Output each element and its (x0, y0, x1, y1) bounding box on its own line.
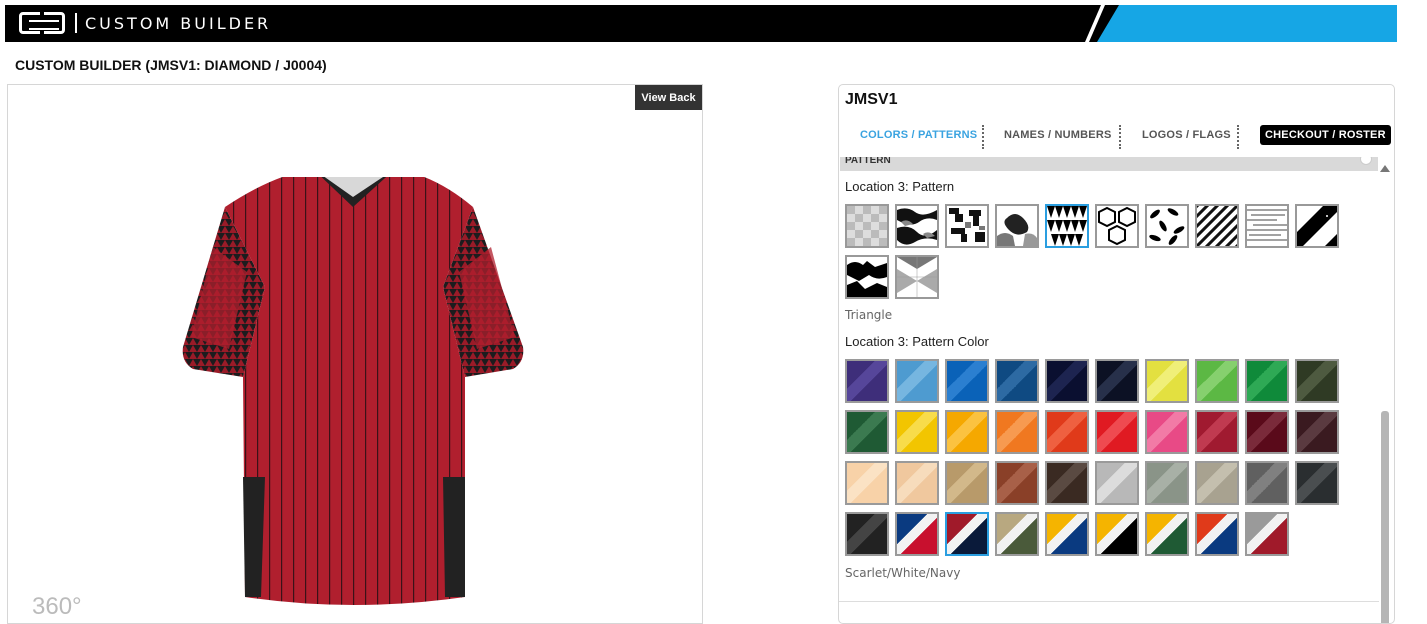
selected-color-name: Scarlet/White/Navy (845, 566, 961, 580)
pattern-swatch-grunge[interactable] (845, 255, 889, 299)
color-swatch[interactable] (895, 359, 939, 403)
color-swatch[interactable] (945, 410, 989, 454)
brand-name: CUSTOM BUILDER (85, 13, 272, 33)
top-header-bar: CUSTOM BUILDER (5, 5, 1397, 42)
color-swatch[interactable] (1045, 512, 1089, 556)
pattern-color-label: Location 3: Pattern Color (845, 334, 989, 349)
color-swatch[interactable] (1245, 410, 1289, 454)
color-swatch[interactable] (945, 461, 989, 505)
options-scroll-area[interactable]: PATTERN Location 3: Pattern Triangle Loc… (839, 157, 1394, 623)
color-swatch[interactable] (1045, 410, 1089, 454)
pattern-label: Location 3: Pattern (845, 179, 955, 194)
color-swatch[interactable] (1295, 461, 1339, 505)
view-back-button[interactable]: View Back (635, 85, 702, 110)
pattern-swatch-camo[interactable] (895, 204, 939, 248)
pattern-swatch-digital-camo[interactable] (945, 204, 989, 248)
selected-pattern-name: Triangle (845, 308, 893, 322)
jersey-image (182, 177, 524, 605)
pattern-swatch-triangle[interactable] (1045, 204, 1089, 248)
tab-logos-flags[interactable]: LOGOS / FLAGS (1142, 129, 1231, 141)
color-swatch[interactable] (1295, 359, 1339, 403)
color-swatch[interactable] (845, 461, 889, 505)
section-header-label: PATTERN (845, 157, 891, 166)
color-swatch[interactable] (995, 359, 1039, 403)
color-swatch[interactable] (1145, 359, 1189, 403)
color-swatch[interactable] (1195, 512, 1239, 556)
tab-names-numbers[interactable]: NAMES / NUMBERS (1004, 129, 1112, 141)
color-swatch[interactable] (1045, 461, 1089, 505)
product-code: JMSV1 (845, 91, 898, 108)
logo-divider (75, 13, 77, 33)
option-tabs: COLORS / PATTERNS NAMES / NUMBERS LOGOS … (839, 123, 1394, 151)
pattern-swatch-checker[interactable] (845, 204, 889, 248)
color-swatch[interactable] (945, 512, 989, 556)
color-swatch[interactable] (1145, 410, 1189, 454)
jersey-preview[interactable]: View Back 360° (7, 84, 703, 624)
color-swatch[interactable] (845, 512, 889, 556)
color-swatch[interactable] (1245, 512, 1289, 556)
scroll-up-icon[interactable] (1380, 165, 1390, 172)
cb-logo-icon (19, 12, 65, 34)
color-swatch[interactable] (995, 512, 1039, 556)
color-swatch[interactable] (1195, 410, 1239, 454)
color-swatch[interactable] (895, 512, 939, 556)
pattern-swatch-slash[interactable] (1295, 204, 1339, 248)
pattern-swatch-horizontal-lines[interactable] (1245, 204, 1289, 248)
color-swatch[interactable] (895, 410, 939, 454)
color-swatch[interactable] (1095, 512, 1139, 556)
color-swatch[interactable] (1045, 359, 1089, 403)
tab-separator (982, 125, 984, 149)
pattern-swatch-hexagon[interactable] (1095, 204, 1139, 248)
color-swatch[interactable] (845, 359, 889, 403)
pattern-swatch-splatter[interactable] (995, 204, 1039, 248)
color-swatch[interactable] (995, 461, 1039, 505)
pattern-swatch-diamond-fade[interactable] (895, 255, 939, 299)
tab-checkout-roster[interactable]: CHECKOUT / ROSTER (1260, 125, 1391, 145)
page-title: CUSTOM BUILDER (JMSV1: DIAMOND / J0004) (15, 57, 327, 73)
tab-colors-patterns[interactable]: COLORS / PATTERNS (860, 129, 977, 141)
color-swatch[interactable] (1295, 410, 1339, 454)
collapse-icon[interactable] (1360, 157, 1372, 165)
pattern-swatch-leaves[interactable] (1145, 204, 1189, 248)
tab-separator (1119, 125, 1121, 149)
brand-logo[interactable]: CUSTOM BUILDER (19, 11, 271, 35)
scrollbar-thumb[interactable] (1381, 411, 1389, 623)
color-swatch[interactable] (1145, 512, 1189, 556)
panel-scrollbar[interactable] (1380, 165, 1390, 623)
color-swatch[interactable] (1245, 461, 1289, 505)
color-swatch[interactable] (845, 410, 889, 454)
color-swatch[interactable] (1095, 410, 1139, 454)
color-swatch[interactable] (995, 410, 1039, 454)
color-swatch[interactable] (1095, 359, 1139, 403)
color-swatch[interactable] (945, 359, 989, 403)
color-swatch[interactable] (895, 461, 939, 505)
color-swatch[interactable] (1095, 461, 1139, 505)
color-swatch[interactable] (1195, 359, 1239, 403)
section-divider (839, 601, 1379, 602)
tab-separator (1237, 125, 1239, 149)
pattern-swatch-diagonal-stripes[interactable] (1195, 204, 1239, 248)
rotate-360-label[interactable]: 360° (32, 593, 82, 621)
options-panel: JMSV1 COLORS / PATTERNS NAMES / NUMBERS … (838, 84, 1395, 624)
color-swatch[interactable] (1145, 461, 1189, 505)
color-swatch[interactable] (1245, 359, 1289, 403)
color-swatch[interactable] (1195, 461, 1239, 505)
header-accent (1097, 5, 1397, 42)
pattern-section-header[interactable]: PATTERN (840, 157, 1378, 171)
